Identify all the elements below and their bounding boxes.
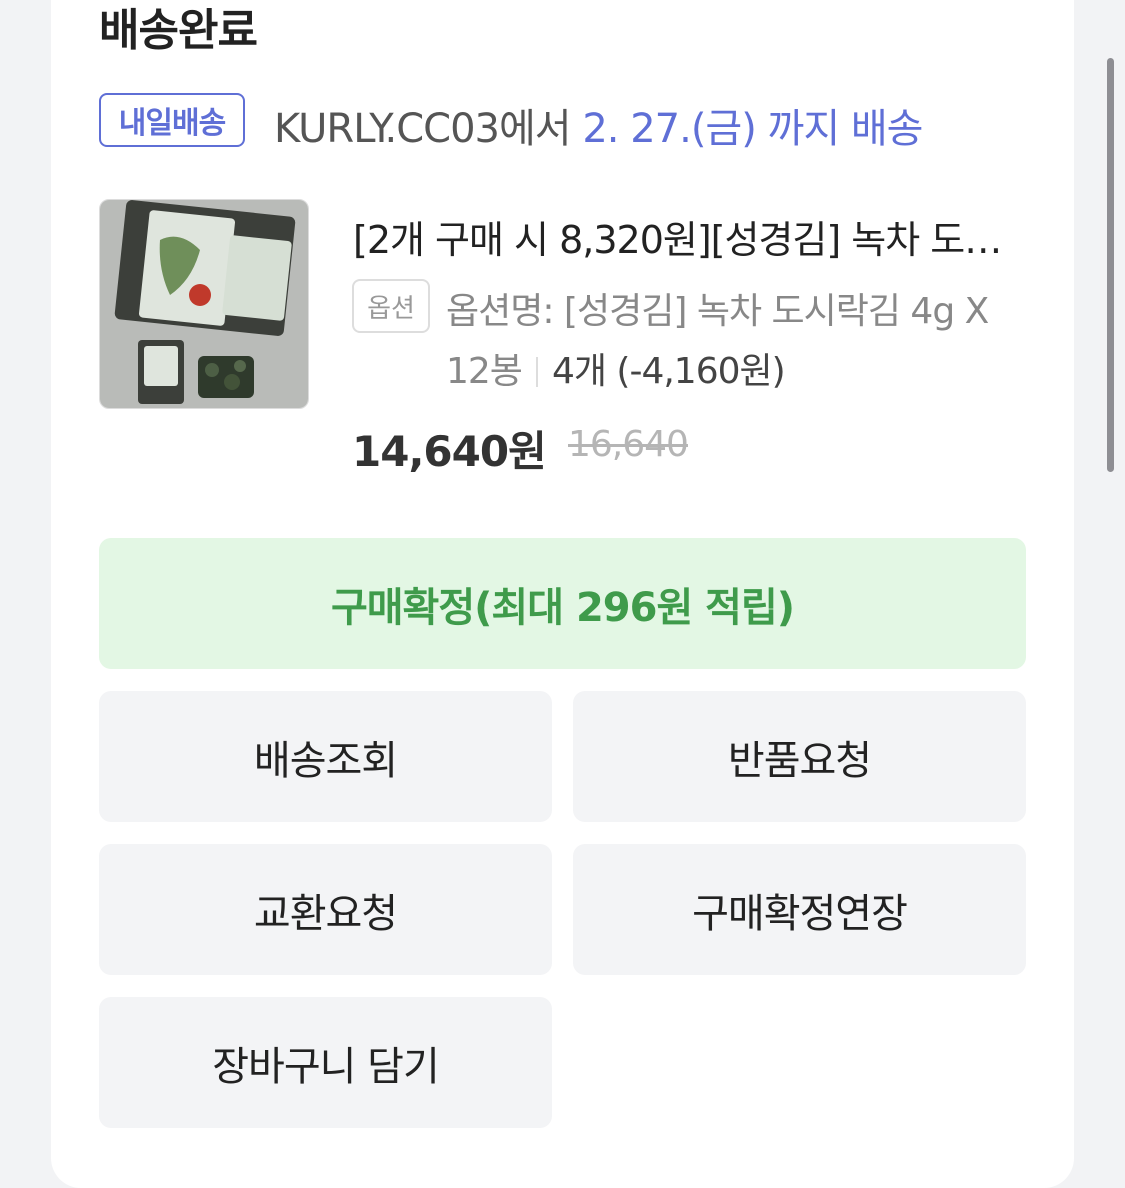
- delivery-date: 2. 27.(금) 까지 배송: [582, 106, 923, 152]
- option-tag: 옵션: [352, 279, 430, 333]
- original-price: 16,640: [568, 424, 689, 465]
- request-exchange-button[interactable]: 교환요청: [99, 844, 552, 975]
- product-option: 옵션명: [성경김] 녹차 도시락김 4g X 12봉 4개 (-4,160원): [446, 282, 1026, 402]
- track-delivery-button[interactable]: 배송조회: [99, 691, 552, 822]
- add-to-cart-button[interactable]: 장바구니 담기: [99, 997, 552, 1128]
- scrollbar[interactable]: [1107, 58, 1114, 472]
- product-name[interactable]: [2개 구매 시 8,320원][성경김] 녹차 도시락김 4g X 12봉: [353, 209, 1029, 264]
- quantity-discount: 4개 (-4,160원): [551, 351, 786, 392]
- extend-confirmation-button[interactable]: 구매확정연장: [573, 844, 1026, 975]
- product-image: [100, 200, 308, 408]
- request-return-button[interactable]: 반품요청: [573, 691, 1026, 822]
- delivery-origin: KURLY.CC03에서: [274, 106, 572, 152]
- product-thumbnail[interactable]: [99, 199, 309, 409]
- delivery-info: KURLY.CC03에서 2. 27.(금) 까지 배송: [274, 96, 923, 154]
- sale-price: 14,640원: [352, 427, 547, 476]
- delivery-type-badge: 내일배송: [99, 93, 245, 147]
- divider: [535, 357, 538, 387]
- confirm-purchase-button[interactable]: 구매확정(최대 296원 적립): [99, 538, 1026, 669]
- delivery-status-title: 배송완료: [99, 5, 258, 56]
